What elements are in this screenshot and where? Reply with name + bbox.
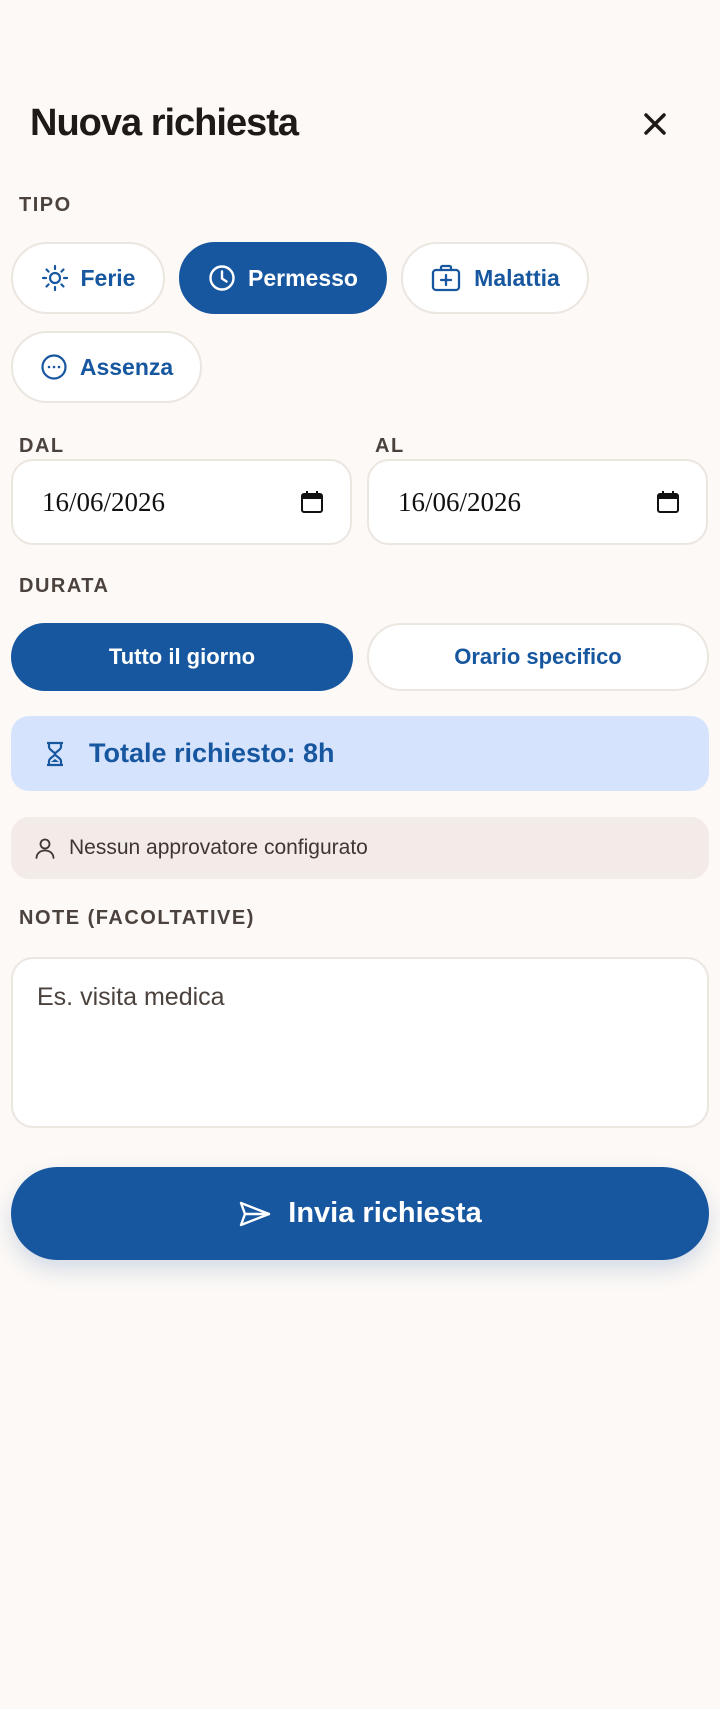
tipo-option-assenza[interactable]: Assenza	[11, 331, 202, 403]
medical-case-icon	[432, 264, 461, 292]
total-requested-text: Totale richiesto: 8h	[89, 738, 335, 768]
tipo-option-malattia[interactable]: Malattia	[401, 242, 589, 314]
hourglass-icon	[47, 741, 63, 766]
tipo-option-label: Ferie	[80, 264, 136, 291]
send-icon	[240, 1201, 271, 1226]
submit-request-button[interactable]: Invia richiesta	[11, 1167, 709, 1260]
submit-label: Invia richiesta	[288, 1197, 482, 1229]
notes-textarea[interactable]	[11, 957, 709, 1128]
sun-icon	[41, 264, 68, 292]
approver-text: Nessun approvatore configurato	[69, 836, 368, 859]
calendar-icon[interactable]	[656, 490, 680, 514]
durata-option-full-day[interactable]: Tutto il giorno	[11, 623, 353, 691]
more-circle-icon	[41, 354, 67, 380]
date-to-label: AL	[375, 435, 405, 457]
total-requested-banner: Totale richiesto: 8h	[11, 716, 709, 791]
tipo-label: TIPO	[19, 194, 72, 216]
date-from-label: DAL	[19, 435, 65, 457]
date-to-value: 16/06/2026	[398, 486, 522, 517]
user-icon	[35, 838, 55, 859]
date-to-input[interactable]: 16/06/2026	[367, 459, 708, 545]
notes-label: NOTE (FACOLTATIVE)	[19, 907, 255, 929]
close-icon	[644, 113, 666, 135]
approver-info: Nessun approvatore configurato	[11, 817, 709, 879]
tipo-option-label: Permesso	[248, 264, 358, 291]
calendar-icon[interactable]	[300, 490, 324, 514]
page-title: Nuova richiesta	[30, 102, 299, 144]
tipo-option-label: Malattia	[474, 264, 560, 291]
tipo-option-ferie[interactable]: Ferie	[11, 242, 165, 314]
clock-icon	[209, 265, 235, 291]
tipo-option-label: Assenza	[79, 353, 174, 380]
durata-label: DURATA	[19, 575, 110, 597]
date-from-value: 16/06/2026	[42, 486, 166, 517]
date-from-input[interactable]: 16/06/2026	[11, 459, 352, 545]
durata-option-specific-time[interactable]: Orario specifico	[367, 623, 709, 691]
tipo-option-permesso[interactable]: Permesso	[179, 242, 387, 314]
close-button[interactable]	[634, 103, 676, 145]
